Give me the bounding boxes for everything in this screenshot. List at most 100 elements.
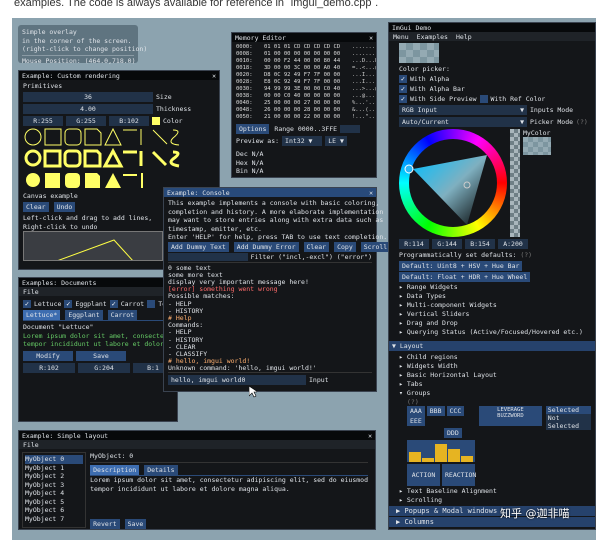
filter-input[interactable] xyxy=(168,252,248,261)
close-icon[interactable]: ✕ xyxy=(368,432,372,440)
tab-description[interactable]: Description xyxy=(90,465,140,475)
tree-node[interactable]: ▸ Tabs xyxy=(399,380,591,388)
menu-file[interactable]: File xyxy=(23,288,39,296)
tree-node-groups[interactable]: ▾ Groups xyxy=(399,389,591,397)
tab-carrot[interactable]: Carrot xyxy=(107,310,138,320)
ccc-button[interactable]: CCC xyxy=(446,405,465,416)
help-marker[interactable]: (?) xyxy=(407,398,591,406)
tree-node[interactable]: ▸ Text Baseline Alignment xyxy=(399,487,591,495)
endian-select[interactable]: LE ▼ xyxy=(325,136,348,146)
hex-bytes[interactable]: 01 01 01 CD CD CD CD CD xyxy=(264,44,352,51)
hex-bytes[interactable]: 94 99 99 3E 00 00 C0 40 xyxy=(264,86,352,93)
default-float-button[interactable]: Default: Float + HDR + Hue Wheel xyxy=(399,271,531,282)
add-dummy-text-button[interactable]: Add Dummy Text xyxy=(168,241,229,252)
eee-button[interactable]: EEE xyxy=(407,415,425,426)
r-field[interactable]: R:114 xyxy=(399,239,429,249)
aaa-button[interactable]: AAA xyxy=(407,405,425,416)
leverage-buzzword-button[interactable]: LEVERAGE BUZZWORD xyxy=(479,405,542,426)
selected-item[interactable]: Selected xyxy=(545,405,591,414)
hex-bytes[interactable]: 00 00 F2 44 00 00 80 44 xyxy=(264,58,352,65)
tree-node[interactable]: ▸ Scrolling xyxy=(399,496,591,504)
clear-button[interactable]: Clear xyxy=(23,202,49,212)
object-item[interactable]: MyObject 7 xyxy=(25,515,83,524)
clear-button[interactable]: Clear xyxy=(303,241,330,252)
hex-bytes[interactable]: 21 00 00 00 22 00 00 00 xyxy=(264,114,352,121)
inputs-mode-select[interactable]: RGB Input ▼ xyxy=(399,105,527,115)
object-item[interactable]: MyObject 1 xyxy=(25,464,83,473)
not-selected-item[interactable]: Not Selected xyxy=(546,414,591,430)
b-field[interactable]: B:154 xyxy=(465,239,495,249)
menu-menu[interactable]: Menu xyxy=(393,33,409,41)
object-item[interactable]: MyObject 0 xyxy=(25,455,84,464)
reaction-button[interactable]: REACTION xyxy=(442,463,476,486)
revert-button[interactable]: Revert xyxy=(90,519,120,529)
picker-mode-select[interactable]: Auto/Current ▼ xyxy=(399,117,527,127)
checkbox-tomato[interactable] xyxy=(147,300,156,308)
save-button[interactable]: Save xyxy=(76,350,126,361)
layout-header[interactable]: ▼ Layout xyxy=(389,340,595,351)
options-button[interactable]: Options xyxy=(236,124,270,134)
menu-file[interactable]: File xyxy=(23,441,39,449)
close-icon[interactable]: ✕ xyxy=(369,189,373,197)
tree-node[interactable]: ▸ Querying Status (Active/Focused/Hovere… xyxy=(399,328,591,336)
tree-node[interactable]: ▸ Widgets Width xyxy=(399,362,591,370)
object-item[interactable]: MyObject 3 xyxy=(25,481,83,490)
checkbox-with-ref-color[interactable] xyxy=(479,95,488,103)
checkbox-with-side-preview[interactable]: ✓ xyxy=(399,95,407,103)
r-field[interactable]: R:255 xyxy=(23,116,63,126)
menu-examples[interactable]: Examples xyxy=(417,33,448,41)
hue-wheel[interactable] xyxy=(399,129,507,237)
modify-button[interactable]: Modify xyxy=(23,350,73,361)
menu-help[interactable]: Help xyxy=(456,33,472,41)
ddd-button[interactable]: DDD xyxy=(444,427,462,438)
hex-bytes[interactable]: 25 00 00 00 27 00 00 00 xyxy=(264,100,352,107)
help-marker[interactable]: (?) xyxy=(520,251,532,259)
tree-node[interactable]: ▸ Basic Horizontal Layout xyxy=(399,371,591,379)
tab-details[interactable]: Details xyxy=(144,465,178,475)
tree-node[interactable]: ▸ Drag and Drop xyxy=(399,319,591,327)
thickness-slider[interactable]: 4.00 xyxy=(23,104,153,114)
action-button[interactable]: ACTION xyxy=(407,463,440,486)
checkbox-with-alpha-bar[interactable]: ✓ xyxy=(399,85,407,93)
bbb-button[interactable]: BBB xyxy=(426,405,445,416)
add-dummy-error-button[interactable]: Add Dummy Error xyxy=(233,241,299,252)
color-preview[interactable] xyxy=(399,43,439,63)
b-field[interactable]: B:102 xyxy=(109,116,149,126)
tree-node[interactable]: ▸ Range Widgets xyxy=(399,283,591,291)
object-item[interactable]: MyObject 4 xyxy=(25,489,83,498)
checkbox-eggplant[interactable]: ✓ xyxy=(64,300,73,308)
r-field[interactable]: R:102 xyxy=(23,362,75,373)
color-swatch[interactable] xyxy=(152,117,160,125)
undo-button[interactable]: Undo xyxy=(53,202,76,212)
close-icon[interactable]: ✕ xyxy=(369,34,373,42)
checkbox-carrot[interactable]: ✓ xyxy=(109,300,118,308)
tab-lettuce[interactable]: Lettuce* xyxy=(23,310,61,320)
save-button[interactable]: Save xyxy=(124,519,147,529)
g-field[interactable]: G:204 xyxy=(78,362,130,373)
console-input[interactable]: hello, imgui world0 xyxy=(168,374,306,385)
hex-bytes[interactable]: 3D 00 00 3C 00 00 A0 40 xyxy=(264,65,352,72)
tree-node[interactable]: ▸ Data Types xyxy=(399,292,591,300)
object-item[interactable]: MyObject 6 xyxy=(25,506,83,515)
goto-input[interactable] xyxy=(340,125,361,133)
hex-bytes[interactable]: 26 00 00 00 28 00 00 00 xyxy=(264,107,352,114)
tree-node[interactable]: ▸ Multi-component Widgets xyxy=(399,301,591,309)
tab-eggplant[interactable]: Eggplant xyxy=(65,310,103,320)
alpha-bar[interactable] xyxy=(510,129,520,237)
g-field[interactable]: G:144 xyxy=(432,239,462,249)
object-item[interactable]: MyObject 5 xyxy=(25,498,83,507)
checkbox-lettuce[interactable]: ✓ xyxy=(23,300,31,308)
object-list[interactable]: MyObject 0 MyObject 1 MyObject 2 MyObject 3… xyxy=(22,452,87,528)
hex-bytes[interactable]: E8 0C 92 49 F7 7F 00 00 xyxy=(264,79,352,86)
default-uint8-button[interactable]: Default: Uint8 + HSV + Hue Bar xyxy=(399,260,523,271)
title-bar[interactable]: Example: Custom rendering ✕ xyxy=(19,71,219,80)
hex-bytes[interactable]: 01 00 00 00 00 00 00 00 xyxy=(264,51,352,58)
tree-node[interactable]: ▸ Child regions xyxy=(399,353,591,361)
preview-type-select[interactable]: Int32 ▼ xyxy=(282,136,323,146)
g-field[interactable]: G:255 xyxy=(66,116,106,126)
hex-bytes[interactable]: 00 00 C0 40 00 00 00 00 xyxy=(264,93,352,100)
close-icon[interactable]: ✕ xyxy=(212,72,216,80)
copy-button[interactable]: Copy xyxy=(334,241,356,252)
a-field[interactable]: A:200 xyxy=(498,239,528,249)
size-slider[interactable]: 36 xyxy=(23,92,153,102)
